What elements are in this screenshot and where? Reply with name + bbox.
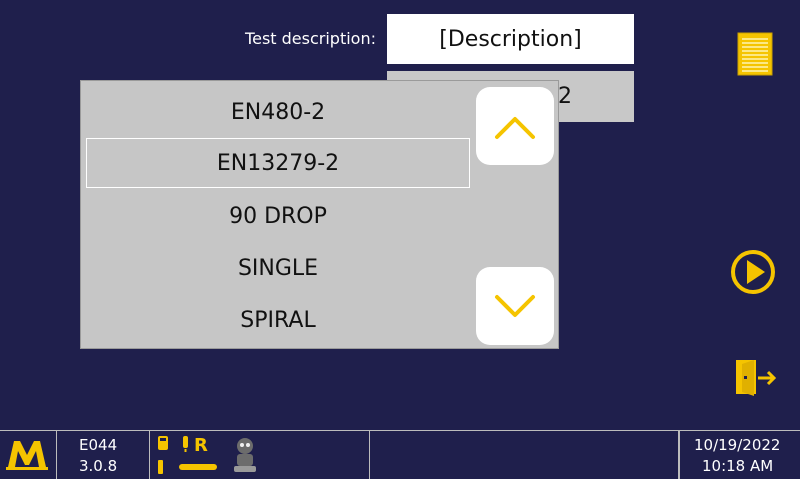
datetime-cell: 10/19/2022 10:18 AM (679, 431, 800, 479)
exit-door-icon (736, 360, 777, 396)
list-item-spiral[interactable]: SPIRAL (86, 295, 470, 345)
message-cell (370, 431, 679, 479)
scroll-up-button[interactable] (476, 87, 554, 165)
play-circle-icon (731, 250, 775, 294)
notes-button[interactable] (737, 32, 773, 80)
list-item-90-drop[interactable]: 90 DROP (86, 191, 470, 241)
svg-text:R: R (194, 435, 208, 456)
date-text: 10/19/2022 (694, 436, 781, 454)
status-icons-cell: R (150, 431, 370, 479)
test-description-field[interactable]: [Description] (387, 14, 634, 64)
chevron-up-icon (495, 117, 535, 139)
notes-icon (737, 32, 773, 76)
device-code: E044 (79, 436, 118, 454)
scroll-down-button[interactable] (476, 267, 554, 345)
logo-cell (0, 431, 57, 479)
operator-icon (234, 438, 256, 472)
time-text: 10:18 AM (702, 457, 774, 475)
firmware-version: 3.0.8 (79, 457, 118, 475)
sensor-status-icon: R (179, 435, 217, 470)
storage-icon (158, 436, 168, 474)
list-item-en480-2[interactable]: EN480-2 (86, 87, 470, 137)
brand-logo-icon (6, 441, 48, 470)
list-item-en13279-2[interactable]: EN13279-2 (86, 138, 470, 188)
standard-dropdown-list: EN480-2 EN13279-2 90 DROP SINGLE SPIRAL (80, 80, 559, 349)
exit-button[interactable] (734, 356, 778, 404)
start-test-button[interactable] (729, 248, 777, 300)
status-bar: E044 3.0.8 R 10/19/2022 10:18 AM (0, 430, 800, 479)
standard-field-value: 2 (558, 84, 572, 109)
device-info-cell: E044 3.0.8 (57, 431, 150, 479)
list-item-single[interactable]: SINGLE (86, 243, 470, 293)
chevron-down-icon (495, 295, 535, 317)
test-description-label: Test description: (245, 29, 376, 48)
